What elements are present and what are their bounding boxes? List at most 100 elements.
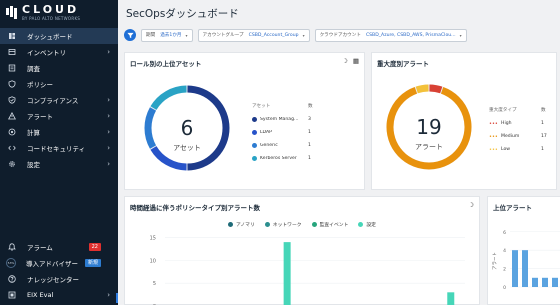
alerts-donut-chart: 19 アラート <box>386 84 472 170</box>
severity-legend-row[interactable]: ••• Medium 17 <box>489 130 547 143</box>
top-assets-card: ロール別の上位アセット ☽ ▦ 6 アセット アセット 数 System Mana… <box>124 52 365 190</box>
sidebar-item-policy[interactable]: ポリシー <box>0 76 118 92</box>
filter-cloud-account[interactable]: クラウドアカウント CSBD_Azure, CSBD_AWS, PrismaCl… <box>314 28 467 42</box>
filter-value: 過去1か月 <box>160 33 182 38</box>
asset-kerberos-server-arc[interactable] <box>150 85 187 111</box>
chevron-right-icon: › <box>107 160 110 168</box>
top-alert-bar[interactable] <box>512 250 518 287</box>
legend-label: アノマリ <box>236 223 255 228</box>
policy-legend-item[interactable]: ネットワーク <box>264 221 302 228</box>
policy-bar[interactable] <box>447 292 455 305</box>
cloud-logo-icon <box>6 6 17 17</box>
sidebar-item-label: アラート <box>27 113 53 121</box>
policy-legend-item[interactable]: アノマリ <box>228 221 255 228</box>
sidebar-item-label: インベントリ <box>27 49 66 57</box>
sidebar-item-settings[interactable]: 設定 › <box>0 156 118 172</box>
col-asset: アセット <box>252 104 271 109</box>
tenant-icon <box>7 291 16 300</box>
severity-dots-icon: ••• <box>489 146 498 153</box>
filter-label: クラウドアカウント <box>319 33 361 38</box>
asset-legend-row[interactable]: LDAP 1 <box>252 126 318 139</box>
compliance-icon <box>7 96 16 105</box>
chevron-right-icon: › <box>107 96 110 104</box>
top-alert-bar[interactable] <box>532 277 538 287</box>
policy-chart-legend: アノマリ ネットワーク 監査イベント 設定 <box>125 221 479 228</box>
sidebar-item-dashboard[interactable]: ダッシュボード <box>0 28 118 44</box>
policy-bar[interactable] <box>283 242 291 305</box>
policy-icon <box>7 80 16 89</box>
y-tick-label: 10 <box>150 258 156 264</box>
sidebar-item-label: 導入アドバイザー <box>26 260 78 268</box>
chevron-right-icon: › <box>107 128 110 136</box>
asset-name: LDAP <box>260 130 272 135</box>
sidebar-item-label: ポリシー <box>27 81 53 89</box>
filter-bar: 期間 過去1か月 ▾ アカウントグループ CSBD_Account_Group … <box>118 24 560 46</box>
top-alert-bar[interactable] <box>542 277 548 287</box>
bell-icon <box>7 243 16 252</box>
page-title: SecOpsダッシュボード <box>126 8 239 20</box>
sidebar-item-adoption-advisor[interactable]: 53% 導入アドバイザー 新規 <box>0 255 118 271</box>
policy-legend-item[interactable]: 監査イベント <box>311 221 349 228</box>
sidebar-item-inventory[interactable]: インベントリ › <box>0 44 118 60</box>
asset-generic-arc[interactable] <box>144 107 157 149</box>
legend-swatch <box>228 222 234 227</box>
code-icon <box>7 144 16 153</box>
sidebar-item-investigate[interactable]: 調査 <box>0 60 118 76</box>
sidebar-item-compute[interactable]: 計算 › <box>0 124 118 140</box>
severity-count: 1 <box>541 121 544 126</box>
sidebar-item-code[interactable]: コードセキュリティ › <box>0 140 118 156</box>
table-view-icon[interactable]: ▦ <box>353 57 359 65</box>
sidebar-item-label: ダッシュボード <box>27 33 73 41</box>
sidebar-item-alarms[interactable]: アラーム 22 <box>0 239 118 255</box>
severity-legend-row[interactable]: ••• Low 1 <box>489 143 547 156</box>
asset-legend-row[interactable]: System Manag... 3 <box>252 113 318 126</box>
severity-dots-icon: ••• <box>489 133 498 140</box>
sidebar-item-label: コードセキュリティ <box>27 145 86 153</box>
brand-logo[interactable]: CLOUD BY PALO ALTO NETWORKS <box>0 0 118 28</box>
asset-count: 1 <box>308 143 311 148</box>
chevron-right-icon: › <box>107 112 110 120</box>
chevron-right-icon: › <box>107 48 110 56</box>
asset-legend-row[interactable]: Kerberos Server 1 <box>252 152 318 165</box>
policy-legend-item[interactable]: 設定 <box>358 221 376 228</box>
legend-swatch <box>311 222 317 227</box>
severity-name: High <box>501 121 512 126</box>
chevron-right-icon: › <box>107 144 110 152</box>
y-tick-label: 6 <box>503 230 506 236</box>
sidebar-item-label: 計算 <box>27 129 40 137</box>
severity-high-arc[interactable] <box>429 84 443 94</box>
severity-low-arc[interactable] <box>415 84 429 94</box>
severity-count: 1 <box>541 147 544 152</box>
filter-time-range[interactable]: 期間 過去1か月 ▾ <box>141 28 193 42</box>
sidebar-item-knowledge-center[interactable]: ナレッジセンター <box>0 271 118 287</box>
policy-bar-chart: 051015 <box>150 236 465 305</box>
filter-icon[interactable] <box>124 29 136 41</box>
legend-label: 監査イベント <box>319 223 349 228</box>
chevron-down-icon: ▾ <box>459 32 462 38</box>
asset-name: System Manag... <box>260 117 299 122</box>
moon-icon[interactable]: ☽ <box>468 201 474 209</box>
asset-legend-row[interactable]: Generic 1 <box>252 139 318 152</box>
legend-label: 設定 <box>366 223 376 228</box>
adoption-progress-ring: 53% <box>6 258 16 268</box>
dashboard-icon <box>7 32 16 41</box>
brand-name: CLOUD <box>22 3 80 16</box>
sidebar-bottom-nav: アラーム 22 53% 導入アドバイザー 新規 ナレッジセンター EIX Eva… <box>0 239 118 303</box>
sidebar-item-compliance[interactable]: コンプライアンス › <box>0 92 118 108</box>
sidebar-item-tenant[interactable]: EIX Eval › <box>0 287 118 303</box>
asset-name: Kerberos Server <box>260 156 297 161</box>
assets-donut-chart: 6 アセット <box>144 85 230 171</box>
filter-account-group[interactable]: アカウントグループ CSBD_Account_Group ▾ <box>197 28 310 42</box>
alarm-count-badge: 22 <box>88 243 101 251</box>
top-alert-bar[interactable] <box>552 277 558 287</box>
legend-swatch <box>252 143 257 148</box>
top-alert-bar[interactable] <box>522 250 528 287</box>
severity-legend-row[interactable]: ••• High 1 <box>489 117 547 130</box>
brand-subtitle: BY PALO ALTO NETWORKS <box>22 16 81 21</box>
sidebar: CLOUD BY PALO ALTO NETWORKS ダッシュボード インベント… <box>0 0 118 305</box>
filter-label: アカウントグループ <box>202 33 244 38</box>
help-icon <box>7 275 16 284</box>
alerts-total-label: アラート <box>415 143 443 151</box>
sidebar-item-alert[interactable]: アラート › <box>0 108 118 124</box>
moon-icon[interactable]: ☽ <box>342 57 348 65</box>
